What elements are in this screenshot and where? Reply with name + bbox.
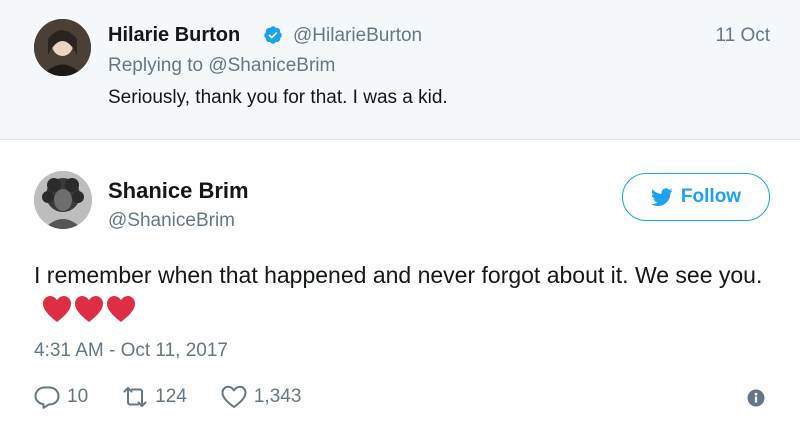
- heart-icon: [107, 296, 135, 322]
- heart-icon: [75, 296, 103, 322]
- twitter-bird-icon: [650, 187, 673, 206]
- info-icon[interactable]: [747, 389, 765, 407]
- main-tweet: Shanice Brim @ShaniceBrim Follow I remem…: [0, 141, 800, 431]
- reply-count: 10: [67, 386, 89, 407]
- retweet-icon: [123, 387, 147, 407]
- retweet-count: 124: [155, 386, 187, 407]
- reply-tweet[interactable]: Hilarie Burton @HilarieBurton 11 Oct Rep…: [0, 0, 800, 140]
- tweet-author-avatar[interactable]: [34, 171, 92, 229]
- tweet-author-handle[interactable]: @ShaniceBrim: [108, 210, 235, 232]
- reply-date[interactable]: 11 Oct: [715, 25, 770, 47]
- retweet-action[interactable]: 124: [122, 385, 187, 409]
- reply-author-avatar[interactable]: [34, 19, 91, 76]
- verified-badge-icon: [264, 26, 282, 44]
- tweet-text: I remember when that happened and never …: [34, 262, 763, 288]
- follow-button[interactable]: Follow: [622, 173, 770, 221]
- reply-text: Seriously, thank you for that. I was a k…: [108, 87, 448, 108]
- tweet-timestamp[interactable]: 4:31 AM - Oct 11, 2017: [34, 340, 228, 362]
- reply-action[interactable]: 10: [34, 385, 88, 409]
- tweet-text-block: I remember when that happened and never …: [34, 258, 774, 326]
- replying-to-prefix: Replying to: [108, 55, 204, 76]
- reply-author-name[interactable]: Hilarie Burton: [108, 24, 240, 47]
- tweet-actions: 10 124 1,343: [34, 382, 335, 412]
- reply-author-handle[interactable]: @HilarieBurton: [293, 25, 422, 47]
- like-count: 1,343: [253, 386, 302, 407]
- heart-icon: [43, 296, 71, 322]
- like-heart-icon: [221, 385, 247, 408]
- follow-button-label: Follow: [680, 186, 742, 207]
- replying-to-line: Replying to @ShaniceBrim: [108, 55, 335, 77]
- heart-emojis: [42, 295, 136, 323]
- reply-icon: [34, 386, 60, 409]
- replying-to-mention[interactable]: @ShaniceBrim: [208, 55, 335, 76]
- like-action[interactable]: 1,343: [221, 385, 302, 409]
- tweet-author-name[interactable]: Shanice Brim: [108, 178, 249, 204]
